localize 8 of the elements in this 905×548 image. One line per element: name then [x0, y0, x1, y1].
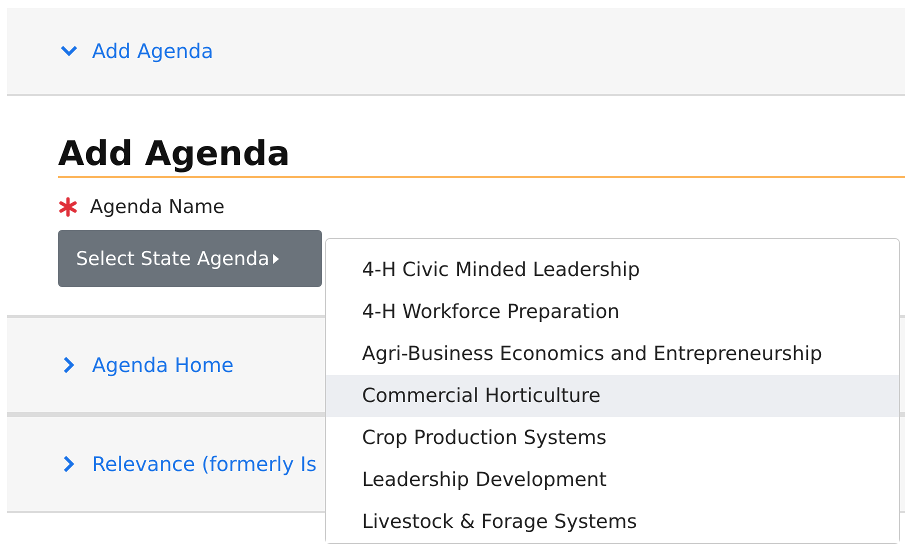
dropdown-item[interactable]: Commercial Horticulture [326, 375, 899, 417]
caret-icon [273, 254, 280, 264]
panel-title[interactable]: Agenda Home [92, 353, 234, 377]
field-label: Agenda Name [90, 196, 225, 218]
panel-title[interactable]: Relevance (formerly Is [92, 452, 317, 476]
select-button[interactable]: Select State Agenda [58, 230, 322, 287]
form-heading: Add Agenda [58, 132, 905, 178]
panel-title[interactable]: Add Agenda [92, 39, 214, 63]
